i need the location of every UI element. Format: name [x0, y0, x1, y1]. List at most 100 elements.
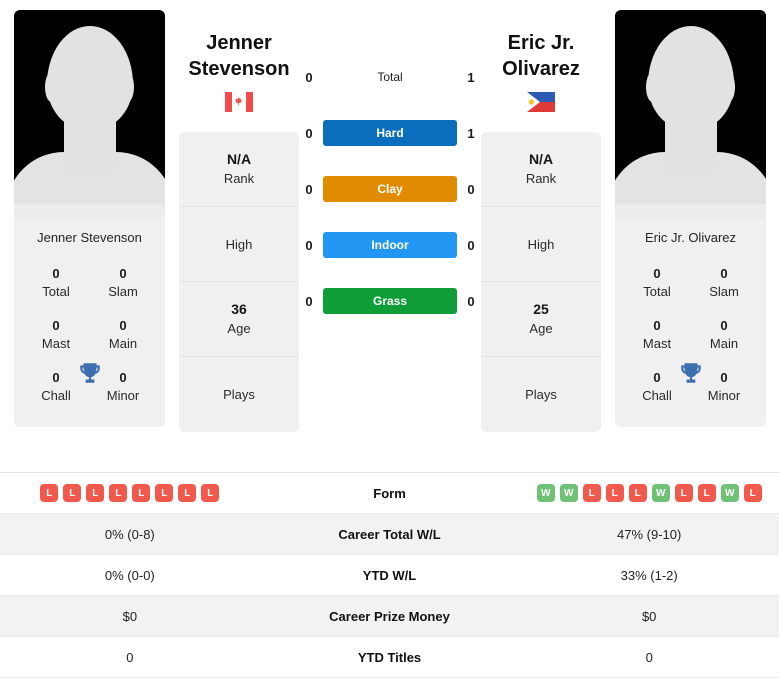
h2h-label-hard[interactable]: Hard: [323, 120, 457, 146]
left-ytd-wl: 0% (0-0): [104, 567, 155, 583]
right-player-info-card: N/A Rank High 25 Age Plays: [481, 132, 601, 432]
title-stat-mast: 0 Mast: [28, 317, 84, 353]
h2h-right-score: 0: [467, 237, 475, 253]
form-badge-w[interactable]: W: [651, 484, 670, 502]
title-stat-label: Mast: [41, 336, 71, 351]
right-player-info-column: Eric Jr. Olivarez N/A Rank High 25 Age P…: [481, 10, 601, 432]
left-player-name-line1: Jenner: [206, 32, 272, 54]
left-player-photo-column: Jenner Stevenson 0 Total 0 Slam 0 Mast 0…: [0, 10, 179, 427]
right-ytd-wl: 33% (1-2): [620, 567, 678, 583]
player-comparison-page: Jenner Stevenson 0 Total 0 Slam 0 Mast 0…: [0, 0, 779, 699]
title-stat-value: 0: [119, 266, 127, 281]
h2h-right-score: 0: [467, 293, 475, 309]
left-age-cell: 36 Age: [179, 282, 299, 357]
right-ytd-titles: 0: [645, 649, 653, 665]
form-badge-w[interactable]: W: [559, 484, 578, 502]
h2h-row-hard: 0 Hard 1: [299, 119, 481, 147]
form-badge-w[interactable]: W: [720, 484, 739, 502]
left-player-card[interactable]: Jenner Stevenson 0 Total 0 Slam 0 Mast 0…: [14, 10, 165, 427]
right-plays-cell: Plays: [481, 357, 601, 432]
form-badge-l[interactable]: L: [628, 484, 647, 502]
title-stat-label: Minor: [707, 388, 741, 403]
titles-row: 0 Mast 0 Main: [14, 309, 165, 361]
title-stat-main: 0 Main: [95, 317, 151, 353]
stat-label-ytd-titles: YTD Titles: [357, 649, 422, 665]
form-badge-l[interactable]: L: [605, 484, 624, 502]
right-player-titles-grid: 0 Total 0 Slam 0 Mast 0 Main 0 Chall 0 M…: [615, 255, 766, 427]
left-rank-value: N/A: [226, 151, 252, 167]
h2h-label-indoor[interactable]: Indoor: [323, 232, 457, 258]
h2h-left-score: 0: [305, 181, 313, 197]
right-rank-cell: N/A Rank: [481, 132, 601, 207]
right-player-photo-column: Eric Jr. Olivarez 0 Total 0 Slam 0 Mast …: [601, 10, 779, 427]
right-age-label: Age: [529, 321, 553, 336]
left-player-titles-grid: 0 Total 0 Slam 0 Mast 0 Main 0 Chall 0 M…: [14, 255, 165, 427]
title-stat-slam: 0 Slam: [696, 265, 752, 301]
title-stat-label: Total: [643, 284, 671, 299]
left-player-name-caption: Jenner Stevenson: [37, 230, 142, 245]
right-high-label: High: [527, 236, 555, 252]
form-badge-l[interactable]: L: [86, 484, 105, 502]
form-badge-l[interactable]: L: [132, 484, 151, 502]
form-badge-l[interactable]: L: [201, 484, 220, 502]
title-stat-value: 0: [653, 318, 661, 333]
title-stat-total: 0 Total: [28, 265, 84, 301]
title-stat-value: 0: [119, 318, 127, 333]
title-stat-value: 0: [52, 266, 60, 281]
h2h-left-score: 0: [305, 237, 313, 253]
left-form-badges: LLLLLLLL: [0, 484, 260, 502]
silhouette-base-icon: [615, 204, 766, 218]
h2h-label-clay[interactable]: Clay: [323, 176, 457, 202]
titles-row: 0 Mast 0 Main: [615, 309, 766, 361]
title-stat-mast: 0 Mast: [629, 317, 685, 353]
table-row-ytd-titles: 0 YTD Titles 0: [0, 637, 779, 678]
left-plays-cell: Plays: [179, 357, 299, 432]
right-plays-label: Plays: [525, 387, 557, 402]
silhouette-ear-right-icon: [722, 72, 735, 102]
h2h-label-grass[interactable]: Grass: [323, 288, 457, 314]
right-player-name-line2: Olivarez: [502, 58, 580, 80]
left-ytd-titles: 0: [126, 649, 134, 665]
h2h-left-score: 0: [305, 69, 313, 85]
title-stat-total: 0 Total: [629, 265, 685, 301]
table-row-career-total-wl: 0% (0-8) Career Total W/L 47% (9-10): [0, 514, 779, 555]
form-badge-l[interactable]: L: [178, 484, 197, 502]
h2h-right-score: 1: [467, 69, 475, 85]
right-player-name-block: Eric Jr. Olivarez: [481, 10, 601, 112]
silhouette-head-icon: [647, 26, 734, 130]
right-player-card[interactable]: Eric Jr. Olivarez 0 Total 0 Slam 0 Mast …: [615, 10, 766, 427]
titles-row: 0 Total 0 Slam: [14, 257, 165, 309]
canada-flag-icon: [179, 92, 299, 112]
title-stat-value: 0: [119, 370, 127, 385]
right-player-name-caption: Eric Jr. Olivarez: [644, 230, 736, 245]
form-badge-l[interactable]: L: [63, 484, 82, 502]
left-rank-label: Rank: [223, 171, 255, 186]
title-stat-value: 0: [653, 266, 661, 281]
title-stat-value: 0: [720, 318, 728, 333]
right-career-prize-money: $0: [641, 608, 657, 624]
form-badge-l[interactable]: L: [109, 484, 128, 502]
stat-label-career-prize-money: Career Prize Money: [329, 608, 450, 624]
table-row-form: LLLLLLLL Form WWLLLWLLWL: [0, 473, 779, 514]
title-stat-label: Total: [42, 284, 70, 299]
title-stat-label: Main: [108, 336, 138, 351]
right-player-avatar: [615, 10, 766, 218]
left-age-value: 36: [231, 301, 247, 317]
table-row-ytd-wl: 0% (0-0) YTD W/L 33% (1-2): [0, 555, 779, 596]
form-badge-l[interactable]: L: [674, 484, 693, 502]
right-career-total-wl: 47% (9-10): [617, 526, 682, 542]
form-badge-l[interactable]: L: [155, 484, 174, 502]
stat-label-ytd-wl: YTD W/L: [362, 567, 417, 583]
form-badge-l[interactable]: L: [40, 484, 59, 502]
form-badge-l[interactable]: L: [582, 484, 601, 502]
title-stat-value: 0: [720, 370, 728, 385]
stats-table: LLLLLLLL Form WWLLLWLLWL 0% (0-8) Career…: [0, 472, 779, 678]
form-badge-w[interactable]: W: [536, 484, 555, 502]
form-badge-l[interactable]: L: [743, 484, 762, 502]
title-stat-value: 0: [52, 318, 60, 333]
right-age-value: 25: [533, 301, 549, 317]
h2h-left-score: 0: [305, 293, 313, 309]
form-badge-l[interactable]: L: [697, 484, 716, 502]
left-rank-cell: N/A Rank: [179, 132, 299, 207]
titles-row: 0 Total 0 Slam: [615, 257, 766, 309]
